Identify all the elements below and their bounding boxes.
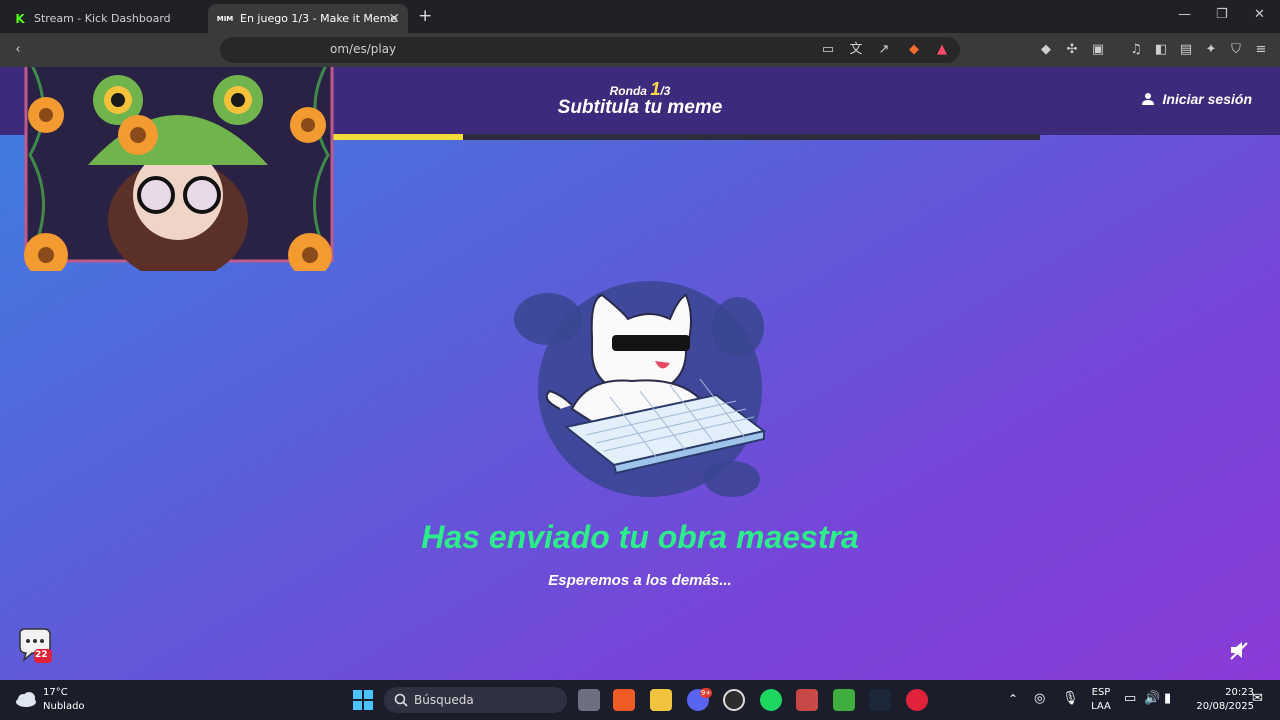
speaker-muted-icon xyxy=(1230,642,1248,660)
chat-button[interactable]: 22 xyxy=(16,627,54,665)
mute-button[interactable] xyxy=(1228,639,1250,661)
back-icon[interactable]: ‹ xyxy=(10,42,26,58)
login-label: Iniciar sesión xyxy=(1162,91,1252,107)
brave-rewards-icon[interactable]: ▲ xyxy=(934,42,950,58)
user-icon xyxy=(1141,93,1154,105)
maximize-icon[interactable]: ❐ xyxy=(1216,7,1228,22)
game-app-icon[interactable] xyxy=(906,689,928,711)
onedrive-icon[interactable]: ◎ xyxy=(1034,691,1045,706)
waiting-message: Esperemos a los demás... xyxy=(548,572,732,589)
login-button[interactable]: Iniciar sesión xyxy=(1141,91,1252,107)
search-icon xyxy=(394,693,408,707)
display-icon[interactable]: ▭ xyxy=(1124,691,1136,706)
task-view-icon[interactable] xyxy=(578,689,600,711)
round-current: 1 xyxy=(650,79,661,99)
volume-icon[interactable]: 🔊 xyxy=(1144,691,1160,706)
streamer-webcam-overlay xyxy=(24,67,334,271)
tab-title: Stream - Kick Dashboard xyxy=(34,12,171,25)
tab-title: En juego 1/3 - Make it Meme xyxy=(240,12,398,25)
reader-icon[interactable]: ▣ xyxy=(1090,42,1106,58)
game-page: Ronda 1/3 Subtitula tu meme Iniciar sesi… xyxy=(0,67,1280,680)
battery-icon[interactable]: ▮ xyxy=(1164,691,1171,706)
discord-badge: 9+ xyxy=(700,688,712,698)
round-progress-bar xyxy=(250,134,1040,140)
notifications-icon[interactable]: ✉ xyxy=(1252,691,1263,706)
media-icon[interactable]: ♫ xyxy=(1128,42,1144,58)
share-icon[interactable]: ↗ xyxy=(876,42,892,58)
windows-taskbar: 17°C Nublado Búsqueda 9+ ⌃ ◎ 🎙 ESP LAA ▭… xyxy=(0,680,1280,720)
clock-time[interactable]: 20:23 xyxy=(1186,687,1254,698)
language-top[interactable]: ESP xyxy=(1090,687,1112,698)
minecraft-icon[interactable] xyxy=(833,689,855,711)
brave-shield-icon[interactable]: ◆ xyxy=(906,42,922,58)
brave-browser-icon[interactable] xyxy=(613,689,635,711)
tab-kick-dashboard[interactable]: K Stream - Kick Dashboard xyxy=(4,4,204,33)
browser-toolbar: ‹ om/es/play ▭ 文 ↗ ◆ ▲ ◆ ✣ ▣ ♫ ◧ ▤ ✦ ⛉ ≡ xyxy=(0,33,1280,67)
spotify-icon[interactable] xyxy=(760,689,782,711)
extensions-icon[interactable]: ✣ xyxy=(1064,42,1080,58)
round-total: /3 xyxy=(660,84,671,98)
vpn-icon[interactable]: ⛉ xyxy=(1228,42,1244,58)
language-bottom[interactable]: LAA xyxy=(1090,701,1112,712)
minimize-icon[interactable]: — xyxy=(1178,7,1191,22)
leo-ai-icon[interactable]: ✦ xyxy=(1203,42,1219,58)
sidebar-icon[interactable]: ◧ xyxy=(1153,42,1169,58)
new-tab-icon[interactable]: + xyxy=(418,6,432,26)
close-tab-icon[interactable]: ✕ xyxy=(388,11,400,27)
url-text: om/es/play xyxy=(330,42,397,56)
windows-start-icon[interactable] xyxy=(353,690,373,710)
round-label: Ronda xyxy=(609,84,647,98)
menu-icon[interactable]: ≡ xyxy=(1253,42,1269,58)
microphone-icon[interactable]: 🎙 xyxy=(1062,691,1079,706)
cloud-weather-icon xyxy=(16,692,36,707)
weather-temperature[interactable]: 17°C xyxy=(43,687,68,698)
obs-icon[interactable] xyxy=(723,689,745,711)
wallet-icon[interactable]: ▤ xyxy=(1178,42,1194,58)
taskbar-search[interactable]: Búsqueda xyxy=(384,687,567,713)
translate-icon[interactable]: 文 xyxy=(848,42,864,58)
submitted-message: Has enviado tu obra maestra xyxy=(421,519,859,555)
file-explorer-icon[interactable] xyxy=(650,689,672,711)
weather-description[interactable]: Nublado xyxy=(43,701,85,712)
browser-tabstrip: K Stream - Kick Dashboard MIM En juego 1… xyxy=(0,0,1280,33)
search-label: Búsqueda xyxy=(414,693,474,707)
chat-badge: 22 xyxy=(35,650,48,660)
steam-icon[interactable] xyxy=(869,689,891,711)
cat-typing-illustration xyxy=(514,281,767,497)
kick-icon: K xyxy=(14,11,26,26)
cast-icon[interactable]: ▭ xyxy=(820,42,836,58)
app-icon[interactable] xyxy=(796,689,818,711)
close-window-icon[interactable]: ✕ xyxy=(1254,7,1265,22)
clock-date[interactable]: 20/08/2025 xyxy=(1186,701,1254,712)
tray-chevron-icon[interactable]: ⌃ xyxy=(1008,692,1018,706)
make-it-meme-icon: MIM xyxy=(216,14,234,23)
tab-make-it-meme[interactable]: MIM En juego 1/3 - Make it Meme ✕ xyxy=(208,4,408,33)
extension-diamond-icon[interactable]: ◆ xyxy=(1038,42,1054,58)
